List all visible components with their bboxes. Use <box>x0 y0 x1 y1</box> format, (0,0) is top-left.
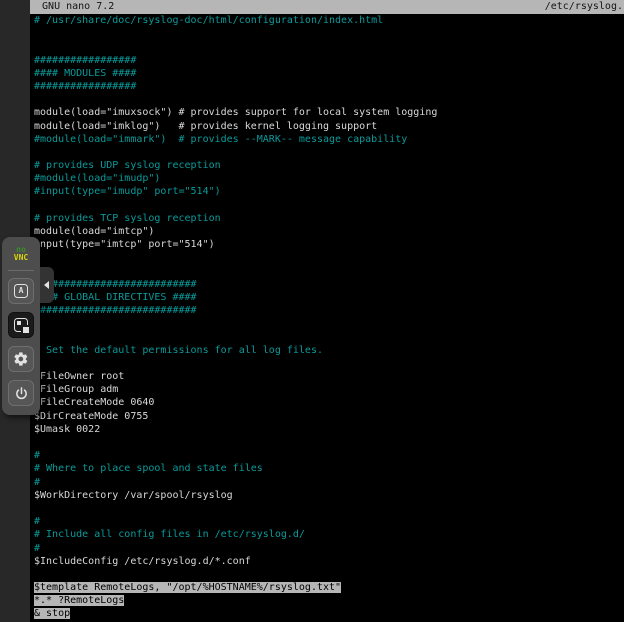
config-line <box>34 40 624 53</box>
config-line: # provides UDP syslog reception <box>34 159 624 172</box>
config-line: # Where to place spool and state files <box>34 462 624 475</box>
config-line: # <box>34 542 624 555</box>
config-line: ########################### <box>34 278 624 291</box>
chevron-left-icon <box>44 281 49 289</box>
config-line <box>34 436 624 449</box>
config-line: $WorkDirectory /var/spool/rsyslog <box>34 489 624 502</box>
config-line: $template RemoteLogs, "/opt/%HOSTNAME%/r… <box>34 581 624 594</box>
config-line: $FileCreateMode 0640 <box>34 396 624 409</box>
config-line: # provides TCP syslog reception <box>34 212 624 225</box>
novnc-control-bar: no VNC A <box>2 237 40 415</box>
config-line <box>34 568 624 581</box>
nano-editor-content: # /usr/share/doc/rsyslog-doc/html/config… <box>30 14 624 621</box>
config-line: ################# <box>34 80 624 93</box>
nano-filename: /etc/rsyslog. <box>545 0 624 14</box>
nano-version-title: GNU nano 7.2 <box>30 0 114 14</box>
config-line: module(load="imuxsock") # provides suppo… <box>34 106 624 119</box>
config-line: #module(load="imudp") <box>34 172 624 185</box>
config-line: ################# <box>34 54 624 67</box>
keyboard-button[interactable]: A <box>8 278 34 304</box>
keyboard-a-icon: A <box>14 284 28 298</box>
novnc-logo-bottom: VNC <box>14 254 28 262</box>
power-button[interactable] <box>8 380 34 406</box>
config-line: # Include all config files in /etc/rsysl… <box>34 528 624 541</box>
config-line <box>34 251 624 264</box>
config-line: # Set the default permissions for all lo… <box>34 344 624 357</box>
config-line: $IncludeConfig /etc/rsyslog.d/*.conf <box>34 555 624 568</box>
config-line: $DirCreateMode 0755 <box>34 410 624 423</box>
panel-divider <box>8 270 34 271</box>
config-line: # /usr/share/doc/rsyslog-doc/html/config… <box>34 14 624 27</box>
settings-button[interactable] <box>8 346 34 372</box>
config-line: ########################### <box>34 304 624 317</box>
config-line: $FileGroup adm <box>34 383 624 396</box>
config-line: & stop <box>34 607 624 620</box>
power-icon <box>14 386 29 401</box>
config-line: # <box>34 515 624 528</box>
fullscreen-icon <box>14 318 28 332</box>
control-bar-handle[interactable] <box>40 267 54 303</box>
config-line: #### GLOBAL DIRECTIVES #### <box>34 291 624 304</box>
config-line: # <box>34 449 624 462</box>
fullscreen-button[interactable] <box>8 312 34 338</box>
config-line: input(type="imtcp" port="514") <box>34 238 624 251</box>
config-line: #module(load="immark") # provides --MARK… <box>34 133 624 146</box>
config-line <box>34 93 624 106</box>
config-line <box>34 317 624 330</box>
config-line <box>34 146 624 159</box>
vnc-terminal-screen[interactable]: GNU nano 7.2 /etc/rsyslog. # /usr/share/… <box>30 0 624 622</box>
config-line <box>34 265 624 278</box>
nano-titlebar: GNU nano 7.2 /etc/rsyslog. <box>30 0 624 14</box>
config-line: # <box>34 331 624 344</box>
config-line: $Umask 0022 <box>34 423 624 436</box>
config-line: module(load="imtcp") <box>34 225 624 238</box>
config-line: *.* ?RemoteLogs <box>34 594 624 607</box>
config-line <box>34 199 624 212</box>
config-line: # <box>34 476 624 489</box>
config-line: $FileOwner root <box>34 370 624 383</box>
config-line: # <box>34 357 624 370</box>
config-line <box>34 502 624 515</box>
novnc-logo: no VNC <box>14 246 28 262</box>
config-line: #### MODULES #### <box>34 67 624 80</box>
config-line: #input(type="imudp" port="514") <box>34 185 624 198</box>
config-line <box>34 27 624 40</box>
config-line: module(load="imklog") # provides kernel … <box>34 120 624 133</box>
gear-icon <box>13 351 29 367</box>
